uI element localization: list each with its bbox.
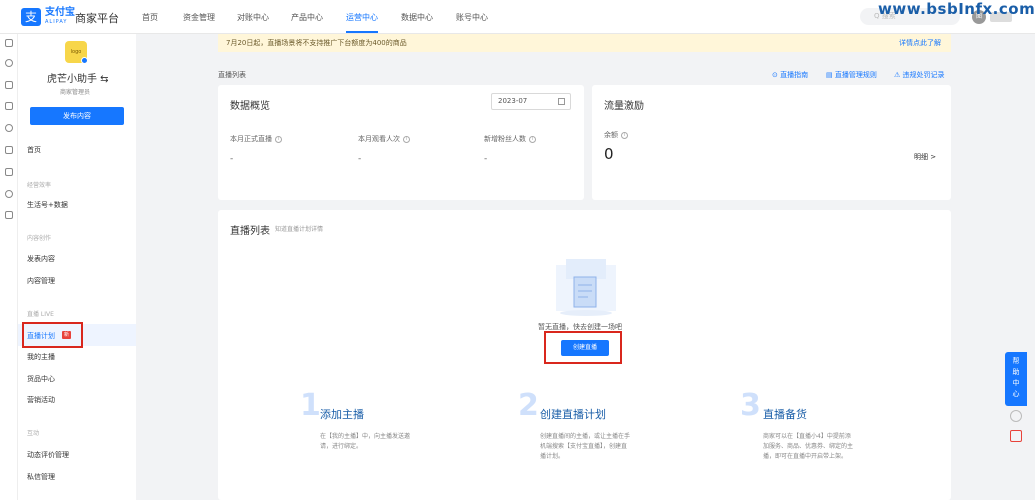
metric-value: - [358,154,362,164]
nav-data[interactable]: 数据中心 [401,12,433,23]
create-live-button[interactable]: 创建直播 [561,340,609,356]
live-list-subtitle[interactable]: 知道直播计划详情 [275,224,323,233]
balance-label: 余额 i [604,130,628,140]
nav-account[interactable]: 账号中心 [456,12,488,23]
step-number: 1 [300,388,321,423]
sidebar-item-private-msg[interactable]: 私信管理 [27,472,55,482]
sidebar-item-comment-mgmt[interactable]: 动态评价管理 [27,450,69,460]
notice-text: 7月20日起，直播场景将不支持推广下台额度为400的商品 [226,39,407,47]
nav-reconcile[interactable]: 对账中心 [237,12,269,23]
metric-value: - [484,154,488,164]
alipay-logo-icon[interactable]: 支 [21,8,41,26]
step-description: 商家可以在【直播小4】中提前添加服务、商品、优惠券、绑定的主播，即可在直播中开启… [763,433,854,460]
gear-icon[interactable] [5,59,13,67]
balance-value: 0 [604,145,614,163]
nav-operations[interactable]: 运营中心 [346,12,378,23]
nav-products[interactable]: 产品中心 [291,12,323,23]
step-description: 在【我的主播】中，向主播发送邀请，进行绑定。 [320,433,411,450]
data-overview-title: 数据概览 [230,101,270,112]
step-description: 创建直播间的主播，或让主播在手机端搜索【支付宝直播】，创建直播计划。 [540,433,631,460]
metric-label: 本月正式直播 i [230,134,282,144]
sidebar-group-live: 直播 LIVE [27,311,54,318]
sidebar-group-business: 经营效率 [27,182,52,189]
help-center-tab[interactable]: 帮 助 中 心 [1005,352,1027,406]
empty-state-illustration [556,259,616,316]
live-guide-link[interactable]: ⊙ 直播指南 [772,70,808,80]
traffic-incentive-card: 流量激励 余额 i 0 明细 > [592,85,951,200]
nav-active-indicator [346,31,378,33]
feedback-icon[interactable] [1010,430,1022,442]
platform-title: 商家平台 [75,12,119,25]
nav-funds[interactable]: 资金管理 [183,12,215,23]
step-title: 直播备货 [763,408,807,421]
sidebar: logo 虎芒小助手 ⇆ 商家管理员 发布内容 首页 经营效率 生活号+数据 内… [18,34,136,500]
metric-label: 新增粉丝人数 i [484,134,536,144]
sidebar-group-interact: 互动 [27,430,40,437]
notice-banner: 7月20日起，直播场景将不支持推广下台额度为400的商品 详情点此了解 [218,34,951,52]
info-icon[interactable]: i [275,135,282,143]
logo-subtext: ALIPAY [45,19,68,25]
month-picker[interactable]: 2023-07 [491,93,571,110]
info-icon[interactable]: i [621,131,628,139]
traffic-title: 流量激励 [604,101,644,112]
live-list-card: 直播列表 知道直播计划详情 暂无直播，快去创建一场吧 创建直播 1 添加主播 在… [218,210,951,500]
cloud-icon[interactable] [5,146,13,154]
step-title: 添加主播 [320,408,364,421]
sidebar-item-my-host[interactable]: 我的主播 [27,352,55,362]
document-icon[interactable] [5,81,13,89]
sidebar-item-gift-center[interactable]: 货品中心 [27,374,55,384]
sidebar-item-publish-content[interactable]: 发表内容 [27,254,55,264]
sidebar-item-life-account[interactable]: 生活号+数据 [27,200,68,210]
grid-icon[interactable] [5,39,13,47]
publish-content-button[interactable]: 发布内容 [30,107,124,125]
highlight-box [22,322,83,348]
detail-link[interactable]: 明细 > [914,152,936,162]
live-list-title: 直播列表 [230,226,270,237]
bag-icon[interactable] [5,102,13,110]
step-title: 创建直播计划 [540,408,606,421]
sidebar-item-content-mgmt[interactable]: 内容管理 [27,276,55,286]
calendar-icon [558,98,565,105]
info-icon[interactable]: i [529,135,536,143]
box-icon[interactable] [5,211,13,219]
page-breadcrumb: 直播列表 [218,71,246,79]
nav-home[interactable]: 首页 [142,12,158,23]
list-icon[interactable] [5,168,13,176]
notice-detail-link[interactable]: 详情点此了解 [899,34,941,52]
shop-role: 商家管理员 [60,89,91,96]
violation-records-link[interactable]: ⚠ 违规处罚记录 [894,70,945,80]
compass-icon[interactable] [5,124,13,132]
data-overview-card: 数据概览 2023-07 本月正式直播 i 本月观看人次 i 新增粉丝人数 i - -… [218,85,584,200]
step-number: 3 [740,388,761,423]
sidebar-item-home[interactable]: 首页 [27,145,41,155]
metric-value: - [230,154,234,164]
metric-label: 本月观看人次 i [358,134,410,144]
refresh-icon[interactable] [1010,410,1022,422]
icon-strip [0,34,18,500]
watermark-text: www.bsbInfx.com [878,0,1035,18]
verified-badge-icon [81,57,88,64]
sidebar-group-content: 内容创作 [27,235,52,242]
live-rules-link[interactable]: ▤ 直播管理规则 [826,70,877,80]
shop-name[interactable]: 虎芒小助手 ⇆ [47,70,109,85]
logo-text: 支付宝 [45,7,75,18]
step-number: 2 [518,388,539,423]
month-picker-value: 2023-07 [498,97,528,105]
info-icon[interactable]: i [403,135,410,143]
sidebar-item-marketing[interactable]: 营销活动 [27,395,55,405]
settings-icon[interactable] [5,190,13,198]
